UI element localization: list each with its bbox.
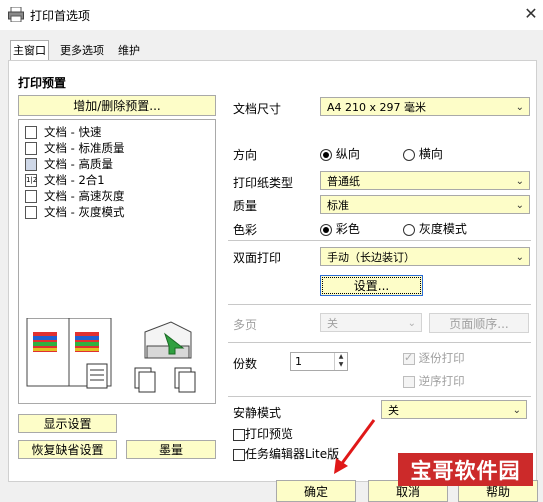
close-icon[interactable]: ✕ bbox=[521, 3, 541, 25]
divider bbox=[228, 240, 531, 241]
divider bbox=[228, 342, 531, 343]
multipage-select[interactable]: 关 ⌄ bbox=[320, 313, 422, 332]
checkbox-icon bbox=[233, 428, 245, 441]
tab-more-options[interactable]: 更多选项 bbox=[58, 42, 106, 59]
chevron-down-icon: ⌄ bbox=[515, 102, 524, 113]
list-item[interactable]: 文档 - 快速 bbox=[25, 124, 101, 140]
add-remove-presets-button[interactable]: 增加/删除预置... bbox=[18, 95, 216, 116]
red-arrow-annotation bbox=[334, 419, 376, 474]
photo-document-icon bbox=[25, 157, 37, 171]
list-item[interactable]: 文档 - 高质量 bbox=[25, 156, 113, 172]
chevron-down-icon: ⌄ bbox=[515, 200, 524, 211]
document-icon bbox=[25, 189, 37, 203]
paper-size-label: 文档尺寸 bbox=[233, 102, 282, 116]
chevron-down-icon: ⌄ bbox=[515, 176, 524, 187]
copies-input[interactable]: 1 ▲ ▼ bbox=[290, 352, 348, 371]
chevron-down-icon: ⌄ bbox=[407, 318, 416, 329]
document-icon bbox=[25, 205, 37, 219]
restore-defaults-button[interactable]: 恢复缺省设置 bbox=[18, 440, 117, 459]
list-item[interactable]: 文档 - 标准质量 bbox=[25, 140, 124, 156]
two-up-icon: 1|2 bbox=[25, 173, 37, 187]
quality-label: 质量 bbox=[233, 199, 258, 213]
chevron-down-icon: ⌄ bbox=[515, 252, 524, 263]
window-title: 打印首选项 bbox=[30, 9, 91, 23]
orientation-label: 方向 bbox=[233, 148, 258, 162]
color-radio[interactable]: 彩色 bbox=[320, 220, 360, 237]
duplex-select[interactable]: 手动（长边装订） ⌄ bbox=[320, 247, 530, 266]
radio-selected-icon bbox=[320, 223, 332, 236]
checkbox-icon bbox=[403, 375, 415, 388]
title-bar: 打印首选项 ✕ bbox=[0, 0, 543, 30]
page-order-button[interactable]: 页面顺序... bbox=[429, 313, 529, 333]
printer-icon bbox=[8, 7, 24, 22]
job-arranger-checkbox[interactable]: 任务编辑器Lite版 bbox=[233, 445, 339, 462]
list-item[interactable]: 文档 - 灰度模式 bbox=[25, 204, 124, 220]
watermark-logo: 宝哥软件园 bbox=[398, 453, 533, 486]
quiet-mode-select[interactable]: 关 ⌄ bbox=[381, 400, 527, 419]
paper-size-select[interactable]: A4 210 x 297 毫米 ⌄ bbox=[320, 97, 530, 116]
print-preview-illustration bbox=[26, 318, 196, 393]
divider bbox=[228, 304, 531, 305]
chevron-down-icon: ⌄ bbox=[512, 405, 521, 416]
color-label: 色彩 bbox=[233, 223, 258, 237]
list-item[interactable]: 1|2 文档 - 2合1 bbox=[25, 172, 105, 188]
paper-type-select[interactable]: 普通纸 ⌄ bbox=[320, 171, 530, 190]
duplex-settings-button[interactable]: 设置... bbox=[320, 275, 423, 296]
grayscale-radio[interactable]: 灰度模式 bbox=[403, 220, 467, 237]
collate-checkbox[interactable]: 逐份打印 bbox=[403, 350, 465, 366]
quiet-mode-label: 安静模式 bbox=[233, 406, 282, 420]
ok-button[interactable]: 确定 bbox=[276, 480, 356, 502]
quality-select[interactable]: 标准 ⌄ bbox=[320, 195, 530, 214]
show-settings-button[interactable]: 显示设置 bbox=[18, 414, 117, 433]
radio-icon bbox=[403, 223, 415, 236]
portrait-radio[interactable]: 纵向 bbox=[320, 145, 360, 162]
divider bbox=[228, 396, 531, 397]
copies-label: 份数 bbox=[233, 357, 258, 371]
checkbox-icon bbox=[233, 448, 245, 461]
print-preview-checkbox[interactable]: 打印预览 bbox=[233, 425, 293, 442]
radio-selected-icon bbox=[320, 148, 332, 161]
reverse-order-checkbox[interactable]: 逆序打印 bbox=[403, 373, 465, 389]
landscape-radio[interactable]: 横向 bbox=[403, 145, 443, 162]
ink-levels-button[interactable]: 墨量 bbox=[126, 440, 216, 459]
tab-maintenance[interactable]: 维护 bbox=[116, 42, 142, 59]
list-item[interactable]: 文档 - 高速灰度 bbox=[25, 188, 124, 204]
spinner-icon[interactable]: ▲ ▼ bbox=[334, 353, 347, 370]
tab-main[interactable]: 主窗口 bbox=[10, 40, 49, 61]
presets-list[interactable]: 文档 - 快速 文档 - 标准质量 文档 - 高质量 1|2 文档 - 2合1 文… bbox=[18, 119, 216, 404]
duplex-label: 双面打印 bbox=[233, 251, 282, 265]
multipage-label: 多页 bbox=[233, 318, 258, 332]
document-icon bbox=[25, 125, 37, 139]
presets-heading: 打印预置 bbox=[18, 76, 67, 90]
checkbox-checked-icon bbox=[403, 351, 415, 365]
paper-type-label: 打印纸类型 bbox=[233, 176, 294, 190]
radio-icon bbox=[403, 148, 415, 161]
document-icon bbox=[25, 141, 37, 155]
